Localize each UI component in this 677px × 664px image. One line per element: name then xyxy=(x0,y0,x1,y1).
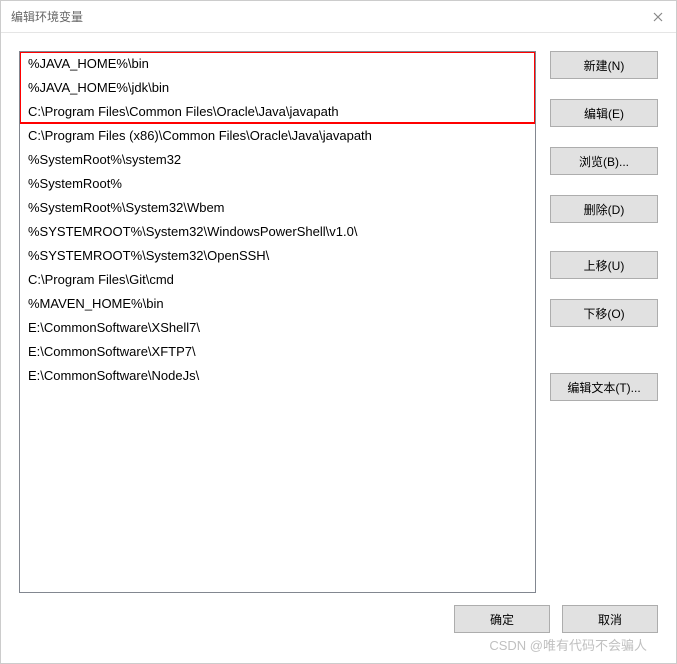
edit-text-button[interactable]: 编辑文本(T)... xyxy=(550,373,658,401)
list-item[interactable]: C:\Program Files\Common Files\Oracle\Jav… xyxy=(20,100,535,124)
close-icon[interactable] xyxy=(648,7,668,27)
list-item[interactable]: %SYSTEMROOT%\System32\OpenSSH\ xyxy=(20,244,535,268)
move-up-button[interactable]: 上移(U) xyxy=(550,251,658,279)
list-item[interactable]: E:\CommonSoftware\NodeJs\ xyxy=(20,364,535,388)
move-down-button[interactable]: 下移(O) xyxy=(550,299,658,327)
delete-button[interactable]: 删除(D) xyxy=(550,195,658,223)
list-item[interactable]: %MAVEN_HOME%\bin xyxy=(20,292,535,316)
ok-button[interactable]: 确定 xyxy=(454,605,550,633)
edit-button[interactable]: 编辑(E) xyxy=(550,99,658,127)
new-button[interactable]: 新建(N) xyxy=(550,51,658,79)
dialog-window: 编辑环境变量 %JAVA_HOME%\bin%JAVA_HOME%\jdk\bi… xyxy=(0,0,677,664)
browse-button[interactable]: 浏览(B)... xyxy=(550,147,658,175)
list-item[interactable]: %SystemRoot%\System32\Wbem xyxy=(20,196,535,220)
content-area: %JAVA_HOME%\bin%JAVA_HOME%\jdk\binC:\Pro… xyxy=(1,33,676,663)
window-title: 编辑环境变量 xyxy=(11,8,83,25)
list-item[interactable]: %JAVA_HOME%\jdk\bin xyxy=(20,76,535,100)
cancel-button[interactable]: 取消 xyxy=(562,605,658,633)
footer: 确定 取消 xyxy=(19,593,658,645)
main-area: %JAVA_HOME%\bin%JAVA_HOME%\jdk\binC:\Pro… xyxy=(19,51,658,593)
list-item[interactable]: %JAVA_HOME%\bin xyxy=(20,52,535,76)
list-item[interactable]: E:\CommonSoftware\XFTP7\ xyxy=(20,340,535,364)
titlebar: 编辑环境变量 xyxy=(1,1,676,33)
list-item[interactable]: C:\Program Files (x86)\Common Files\Orac… xyxy=(20,124,535,148)
side-button-panel: 新建(N) 编辑(E) 浏览(B)... 删除(D) 上移(U) 下移(O) 编… xyxy=(550,51,658,593)
list-item[interactable]: C:\Program Files\Git\cmd xyxy=(20,268,535,292)
path-list[interactable]: %JAVA_HOME%\bin%JAVA_HOME%\jdk\binC:\Pro… xyxy=(19,51,536,593)
list-item[interactable]: %SYSTEMROOT%\System32\WindowsPowerShell\… xyxy=(20,220,535,244)
list-item[interactable]: E:\CommonSoftware\XShell7\ xyxy=(20,316,535,340)
list-item[interactable]: %SystemRoot% xyxy=(20,172,535,196)
list-item[interactable]: %SystemRoot%\system32 xyxy=(20,148,535,172)
